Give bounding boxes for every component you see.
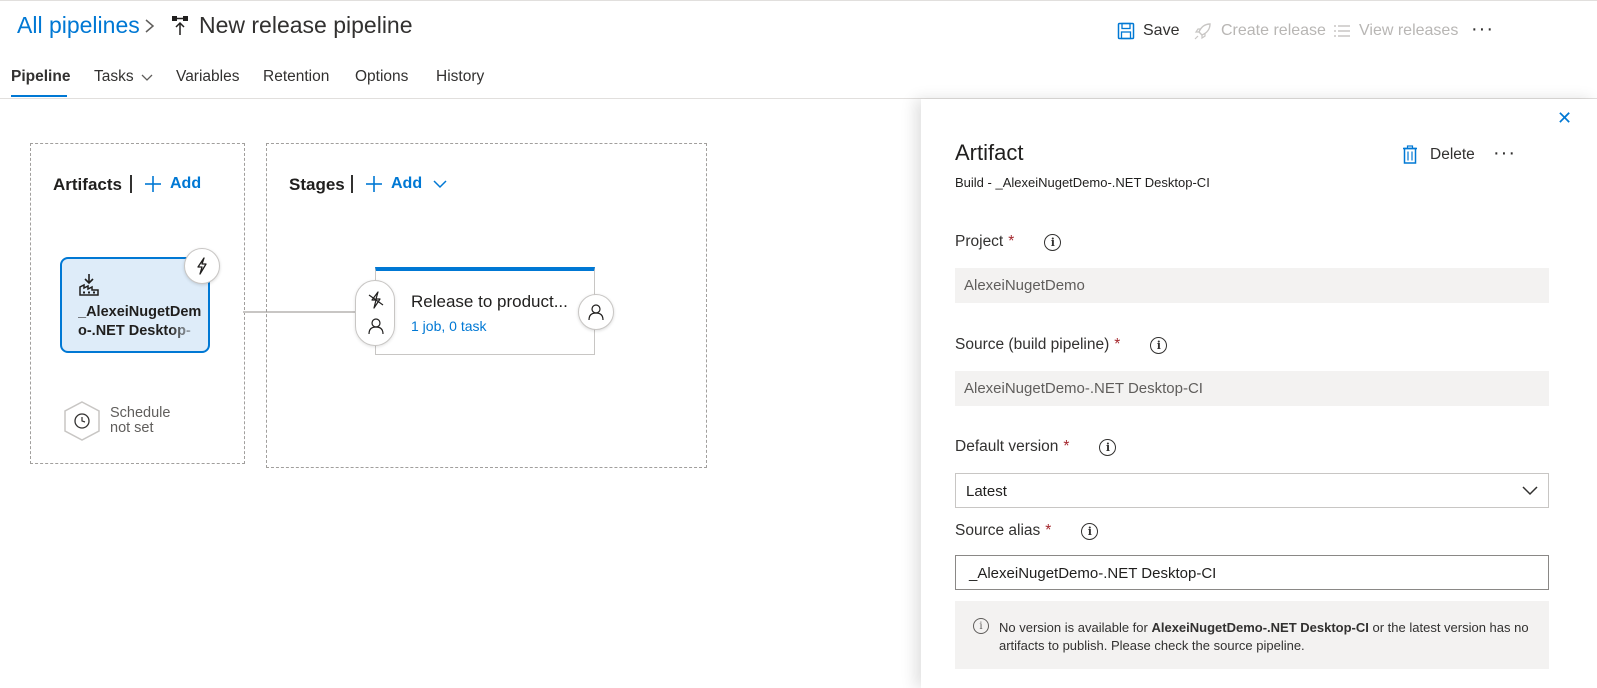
info-message-text: No version is available for AlexeiNugetD… <box>999 619 1529 655</box>
artifacts-title: Artifacts <box>53 175 122 194</box>
tab-retention[interactable]: Retention <box>263 68 329 86</box>
person-icon <box>588 304 604 321</box>
schedule-status[interactable]: Schedule not set <box>110 406 170 436</box>
lightning-crossed-icon <box>368 291 384 309</box>
create-release-button[interactable]: Create release <box>1193 20 1326 42</box>
page-title: New release pipeline <box>199 12 413 38</box>
required-marker: * <box>1008 233 1015 250</box>
breadcrumb-all-pipelines[interactable]: All pipelines <box>17 12 140 39</box>
required-marker: * <box>1114 336 1121 353</box>
add-stage-label: Add <box>391 175 423 192</box>
schedule-hexagon-icon[interactable] <box>63 400 101 442</box>
tab-pipeline[interactable]: Pipeline <box>11 68 70 86</box>
chevron-right-icon <box>145 19 155 33</box>
panel-title: Artifact <box>955 140 1024 165</box>
source-label: Source (build pipeline) <box>955 336 1110 353</box>
delete-label: Delete <box>1430 145 1475 163</box>
artifacts-title-divider <box>130 175 132 193</box>
tab-history[interactable]: History <box>436 68 484 86</box>
stages-title-divider <box>351 175 353 193</box>
info-icon[interactable]: i <box>1099 438 1117 456</box>
info-icon[interactable]: i <box>1044 233 1062 251</box>
add-stage-button[interactable]: Add <box>365 175 448 193</box>
source-alias-label: Source alias <box>955 522 1041 539</box>
source-alias-input[interactable]: _AlexeiNugetDemo-.NET Desktop-CI <box>955 555 1549 590</box>
project-label: Project <box>955 233 1004 250</box>
artifact-name-fade <box>170 321 200 341</box>
panel-subtitle: Build - _AlexeiNugetDemo-.NET Desktop-CI <box>955 175 1210 190</box>
message-prefix: No version is available for <box>999 620 1152 635</box>
plus-icon <box>366 176 382 192</box>
chevron-down-icon <box>433 180 447 189</box>
delete-artifact-button[interactable]: Delete <box>1402 145 1475 164</box>
schedule-line-2: not set <box>110 420 154 436</box>
tab-variables[interactable]: Variables <box>176 68 239 86</box>
default-version-dropdown[interactable]: Latest <box>955 473 1549 508</box>
tab-tasks[interactable]: Tasks <box>94 68 154 86</box>
lightning-icon <box>197 257 207 275</box>
required-marker: * <box>1063 438 1070 455</box>
create-release-label: Create release <box>1221 22 1326 39</box>
close-panel-button[interactable]: ✕ <box>1557 108 1572 129</box>
project-field: AlexeiNugetDemo <box>955 268 1549 303</box>
person-icon <box>368 318 384 335</box>
stage-name[interactable]: Release to product... <box>411 292 568 312</box>
save-button[interactable]: Save <box>1117 20 1179 42</box>
chevron-down-icon <box>141 74 153 81</box>
active-tab-indicator <box>11 95 67 97</box>
info-icon: i <box>973 618 989 634</box>
save-icon <box>1117 22 1135 40</box>
plus-icon <box>145 176 161 192</box>
default-version-label: Default version <box>955 438 1059 455</box>
source-field-label: Source (build pipeline) * i <box>955 336 1168 354</box>
add-artifact-label: Add <box>170 175 202 192</box>
stage-job-summary[interactable]: 1 job, 0 task <box>411 318 487 334</box>
tab-tasks-label: Tasks <box>94 68 134 85</box>
pre-deployment-conditions[interactable] <box>355 280 395 346</box>
default-version-field-label: Default version * i <box>955 438 1117 456</box>
view-releases-label: View releases <box>1359 22 1459 39</box>
rocket-icon <box>1194 23 1211 40</box>
source-alias-field-label: Source alias * i <box>955 522 1099 540</box>
chevron-down-icon <box>1522 486 1538 496</box>
save-label: Save <box>1143 22 1180 39</box>
add-artifact-button[interactable]: Add <box>144 175 201 193</box>
required-marker: * <box>1045 522 1052 539</box>
release-pipeline-icon <box>172 16 188 35</box>
trash-icon <box>1403 145 1417 164</box>
continuous-deployment-trigger-button[interactable] <box>184 248 220 284</box>
build-artifact-icon <box>79 274 99 296</box>
schedule-line-1: Schedule <box>110 405 171 421</box>
tab-options[interactable]: Options <box>355 68 408 86</box>
project-field-label: Project * i <box>955 233 1062 251</box>
post-deployment-conditions-button[interactable] <box>578 294 614 330</box>
view-releases-button[interactable]: View releases <box>1333 20 1458 42</box>
source-pipeline-field: AlexeiNugetDemo-.NET Desktop-CI <box>955 371 1549 406</box>
info-icon[interactable]: i <box>1081 522 1099 540</box>
more-actions-button[interactable]: ··· <box>1471 18 1494 41</box>
top-border <box>0 0 1597 1</box>
message-pipeline-name: AlexeiNugetDemo-.NET Desktop-CI <box>1151 620 1369 635</box>
info-icon[interactable]: i <box>1150 336 1168 354</box>
list-icon <box>1334 25 1350 37</box>
panel-more-button[interactable]: ··· <box>1493 142 1516 165</box>
stages-title: Stages <box>289 175 345 194</box>
